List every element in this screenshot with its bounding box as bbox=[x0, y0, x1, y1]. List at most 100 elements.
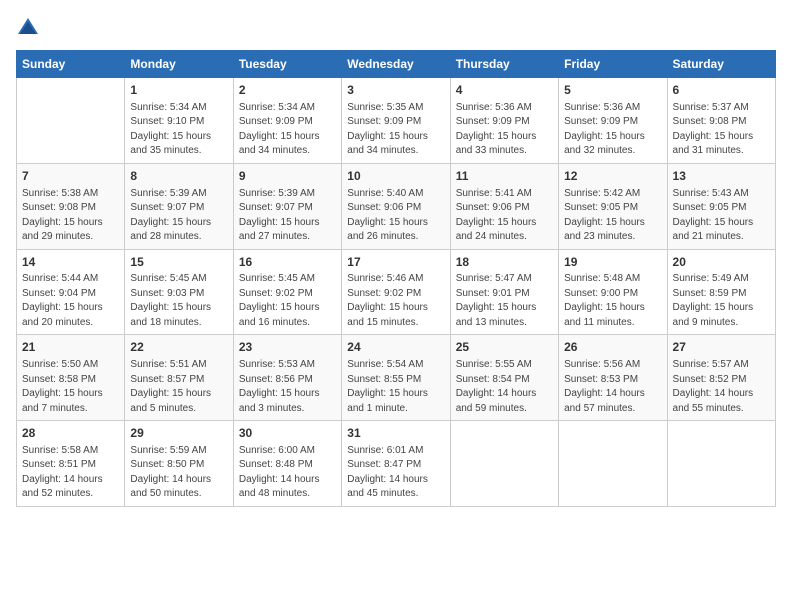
week-row-4: 21 Sunrise: 5:50 AM Sunset: 8:58 PM Dayli… bbox=[17, 335, 776, 421]
day-info: Sunrise: 5:49 AM Sunset: 8:59 PM Dayligh… bbox=[673, 272, 770, 330]
calendar-cell bbox=[667, 421, 775, 507]
day-number: 21 bbox=[22, 339, 119, 356]
day-number: 8 bbox=[130, 168, 227, 185]
week-row-5: 28Sunrise: 5:58 AM Sunset: 8:51 PM Dayli… bbox=[17, 421, 776, 507]
logo bbox=[16, 16, 44, 40]
calendar-cell: 28Sunrise: 5:58 AM Sunset: 8:51 PM Dayli… bbox=[17, 421, 125, 507]
day-info: Sunrise: 5:45 AM Sunset: 9:03 PM Dayligh… bbox=[130, 272, 227, 330]
calendar-cell: 24 Sunrise: 5:54 AM Sunset: 8:55 PM Dayli… bbox=[342, 335, 450, 421]
day-info: Sunrise: 5:47 AM Sunset: 9:01 PM Dayligh… bbox=[456, 272, 553, 330]
calendar-cell: 18Sunrise: 5:47 AM Sunset: 9:01 PM Dayli… bbox=[450, 249, 558, 335]
day-info: Sunrise: 5:42 AM Sunset: 9:05 PM Dayligh… bbox=[564, 187, 661, 245]
calendar-cell bbox=[450, 421, 558, 507]
calendar-cell: 3 Sunrise: 5:35 AM Sunset: 9:09 PM Daylig… bbox=[342, 78, 450, 164]
day-number: 15 bbox=[130, 254, 227, 271]
week-row-1: 1Sunrise: 5:34 AM Sunset: 9:10 PM Daylig… bbox=[17, 78, 776, 164]
week-row-3: 14Sunrise: 5:44 AM Sunset: 9:04 PM Dayli… bbox=[17, 249, 776, 335]
day-number: 29 bbox=[130, 425, 227, 442]
day-info: Sunrise: 6:01 AM Sunset: 8:47 PM Dayligh… bbox=[347, 444, 444, 502]
day-number: 27 bbox=[673, 339, 770, 356]
day-number: 14 bbox=[22, 254, 119, 271]
day-info: Sunrise: 5:44 AM Sunset: 9:04 PM Dayligh… bbox=[22, 272, 119, 330]
calendar-cell: 5 Sunrise: 5:36 AM Sunset: 9:09 PM Daylig… bbox=[559, 78, 667, 164]
day-number: 2 bbox=[239, 82, 336, 99]
day-number: 24 bbox=[347, 339, 444, 356]
calendar-cell: 29 Sunrise: 5:59 AM Sunset: 8:50 PM Dayli… bbox=[125, 421, 233, 507]
calendar-cell: 2 Sunrise: 5:34 AM Sunset: 9:09 PM Daylig… bbox=[233, 78, 341, 164]
calendar-cell: 6 Sunrise: 5:37 AM Sunset: 9:08 PM Daylig… bbox=[667, 78, 775, 164]
day-info: Sunrise: 5:59 AM Sunset: 8:50 PM Dayligh… bbox=[130, 444, 227, 502]
calendar-cell: 17Sunrise: 5:46 AM Sunset: 9:02 PM Dayli… bbox=[342, 249, 450, 335]
header-cell-sunday: Sunday bbox=[17, 51, 125, 78]
day-number: 22 bbox=[130, 339, 227, 356]
day-number: 6 bbox=[673, 82, 770, 99]
day-info: Sunrise: 5:36 AM Sunset: 9:09 PM Dayligh… bbox=[456, 101, 553, 159]
day-info: Sunrise: 5:37 AM Sunset: 9:08 PM Dayligh… bbox=[673, 101, 770, 159]
day-info: Sunrise: 5:53 AM Sunset: 8:56 PM Dayligh… bbox=[239, 358, 336, 416]
calendar-cell: 7 Sunrise: 5:38 AM Sunset: 9:08 PM Daylig… bbox=[17, 163, 125, 249]
day-info: Sunrise: 6:00 AM Sunset: 8:48 PM Dayligh… bbox=[239, 444, 336, 502]
day-info: Sunrise: 5:57 AM Sunset: 8:52 PM Dayligh… bbox=[673, 358, 770, 416]
day-number: 12 bbox=[564, 168, 661, 185]
header-cell-friday: Friday bbox=[559, 51, 667, 78]
day-info: Sunrise: 5:56 AM Sunset: 8:53 PM Dayligh… bbox=[564, 358, 661, 416]
calendar-cell: 25 Sunrise: 5:55 AM Sunset: 8:54 PM Dayli… bbox=[450, 335, 558, 421]
header-cell-thursday: Thursday bbox=[450, 51, 558, 78]
calendar-cell: 9 Sunrise: 5:39 AM Sunset: 9:07 PM Daylig… bbox=[233, 163, 341, 249]
calendar-cell: 13 Sunrise: 5:43 AM Sunset: 9:05 PM Dayli… bbox=[667, 163, 775, 249]
day-number: 25 bbox=[456, 339, 553, 356]
day-number: 11 bbox=[456, 168, 553, 185]
day-number: 1 bbox=[130, 82, 227, 99]
day-info: Sunrise: 5:39 AM Sunset: 9:07 PM Dayligh… bbox=[239, 187, 336, 245]
calendar-cell: 21 Sunrise: 5:50 AM Sunset: 8:58 PM Dayli… bbox=[17, 335, 125, 421]
calendar-cell: 8Sunrise: 5:39 AM Sunset: 9:07 PM Daylig… bbox=[125, 163, 233, 249]
day-number: 13 bbox=[673, 168, 770, 185]
day-number: 9 bbox=[239, 168, 336, 185]
header-cell-wednesday: Wednesday bbox=[342, 51, 450, 78]
day-number: 3 bbox=[347, 82, 444, 99]
calendar-cell: 15Sunrise: 5:45 AM Sunset: 9:03 PM Dayli… bbox=[125, 249, 233, 335]
day-info: Sunrise: 5:38 AM Sunset: 9:08 PM Dayligh… bbox=[22, 187, 119, 245]
day-number: 23 bbox=[239, 339, 336, 356]
calendar-cell: 16Sunrise: 5:45 AM Sunset: 9:02 PM Dayli… bbox=[233, 249, 341, 335]
day-info: Sunrise: 5:35 AM Sunset: 9:09 PM Dayligh… bbox=[347, 101, 444, 159]
header-row: SundayMondayTuesdayWednesdayThursdayFrid… bbox=[17, 51, 776, 78]
day-info: Sunrise: 5:50 AM Sunset: 8:58 PM Dayligh… bbox=[22, 358, 119, 416]
header-cell-saturday: Saturday bbox=[667, 51, 775, 78]
day-number: 18 bbox=[456, 254, 553, 271]
day-info: Sunrise: 5:51 AM Sunset: 8:57 PM Dayligh… bbox=[130, 358, 227, 416]
header-cell-monday: Monday bbox=[125, 51, 233, 78]
day-info: Sunrise: 5:43 AM Sunset: 9:05 PM Dayligh… bbox=[673, 187, 770, 245]
day-number: 5 bbox=[564, 82, 661, 99]
day-number: 4 bbox=[456, 82, 553, 99]
calendar-cell: 10Sunrise: 5:40 AM Sunset: 9:06 PM Dayli… bbox=[342, 163, 450, 249]
calendar-cell: 1Sunrise: 5:34 AM Sunset: 9:10 PM Daylig… bbox=[125, 78, 233, 164]
day-number: 19 bbox=[564, 254, 661, 271]
calendar-table: SundayMondayTuesdayWednesdayThursdayFrid… bbox=[16, 50, 776, 507]
day-number: 16 bbox=[239, 254, 336, 271]
calendar-cell: 20Sunrise: 5:49 AM Sunset: 8:59 PM Dayli… bbox=[667, 249, 775, 335]
day-info: Sunrise: 5:48 AM Sunset: 9:00 PM Dayligh… bbox=[564, 272, 661, 330]
calendar-cell: 27 Sunrise: 5:57 AM Sunset: 8:52 PM Dayli… bbox=[667, 335, 775, 421]
day-number: 31 bbox=[347, 425, 444, 442]
day-info: Sunrise: 5:41 AM Sunset: 9:06 PM Dayligh… bbox=[456, 187, 553, 245]
calendar-cell: 23 Sunrise: 5:53 AM Sunset: 8:56 PM Dayli… bbox=[233, 335, 341, 421]
day-number: 30 bbox=[239, 425, 336, 442]
calendar-cell bbox=[559, 421, 667, 507]
logo-icon bbox=[16, 16, 40, 40]
day-info: Sunrise: 5:58 AM Sunset: 8:51 PM Dayligh… bbox=[22, 444, 119, 502]
calendar-cell: 4 Sunrise: 5:36 AM Sunset: 9:09 PM Daylig… bbox=[450, 78, 558, 164]
day-info: Sunrise: 5:54 AM Sunset: 8:55 PM Dayligh… bbox=[347, 358, 444, 416]
day-number: 7 bbox=[22, 168, 119, 185]
day-info: Sunrise: 5:46 AM Sunset: 9:02 PM Dayligh… bbox=[347, 272, 444, 330]
calendar-cell: 30 Sunrise: 6:00 AM Sunset: 8:48 PM Dayli… bbox=[233, 421, 341, 507]
calendar-cell: 22 Sunrise: 5:51 AM Sunset: 8:57 PM Dayli… bbox=[125, 335, 233, 421]
day-info: Sunrise: 5:55 AM Sunset: 8:54 PM Dayligh… bbox=[456, 358, 553, 416]
calendar-cell: 31 Sunrise: 6:01 AM Sunset: 8:47 PM Dayli… bbox=[342, 421, 450, 507]
calendar-cell: 14Sunrise: 5:44 AM Sunset: 9:04 PM Dayli… bbox=[17, 249, 125, 335]
day-info: Sunrise: 5:34 AM Sunset: 9:09 PM Dayligh… bbox=[239, 101, 336, 159]
week-row-2: 7 Sunrise: 5:38 AM Sunset: 9:08 PM Daylig… bbox=[17, 163, 776, 249]
header bbox=[16, 16, 776, 40]
day-info: Sunrise: 5:36 AM Sunset: 9:09 PM Dayligh… bbox=[564, 101, 661, 159]
calendar-cell bbox=[17, 78, 125, 164]
